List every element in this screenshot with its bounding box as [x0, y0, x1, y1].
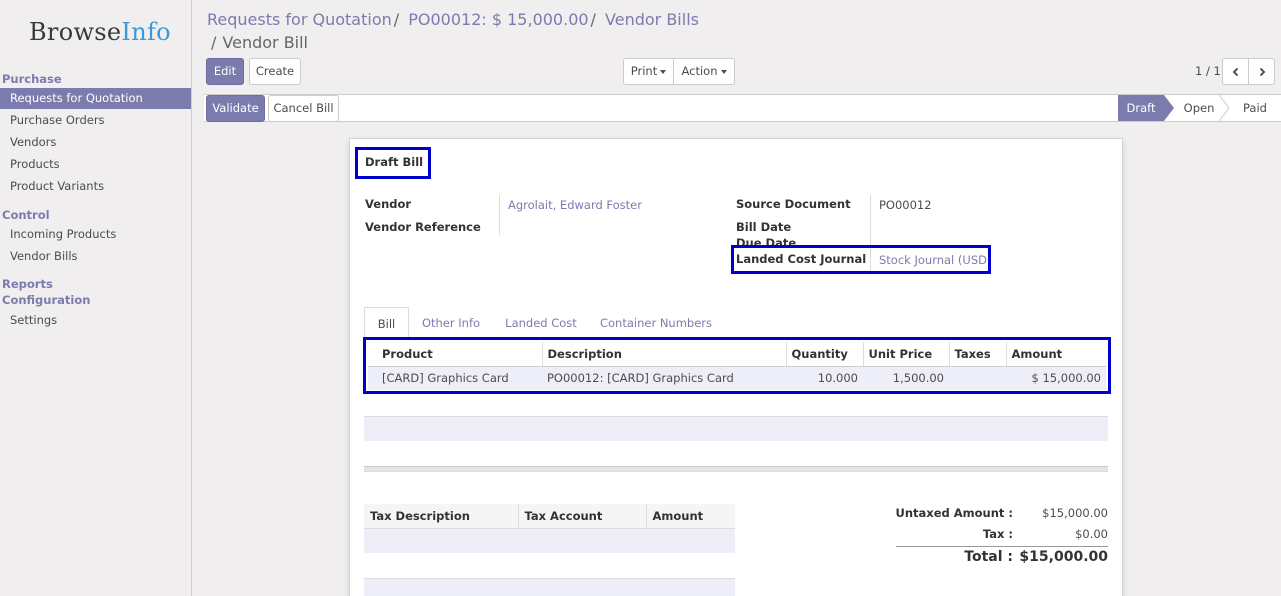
empty-line-row: [364, 416, 1108, 441]
column-header-tax-amount[interactable]: Amount: [645, 504, 735, 529]
browseinfo-logo: BrowseInfo: [29, 18, 171, 46]
source-document-value: PO00012: [879, 198, 932, 212]
breadcrumb-requests-for-quotation[interactable]: Requests for Quotation: [207, 10, 392, 29]
stage-draft: Draft: [1118, 95, 1164, 121]
vendor-value[interactable]: Agrolait, Edward Foster: [508, 198, 642, 212]
stage-arrow-icon: [1164, 95, 1174, 121]
sidebar-item-products[interactable]: Products: [0, 154, 191, 175]
tax-label: Tax :: [982, 527, 1013, 541]
stage-open[interactable]: Open: [1176, 95, 1222, 121]
sidebar: BrowseInfo Purchase Requests for Quotati…: [0, 0, 192, 596]
highlight-box-journal: [731, 245, 991, 274]
vendor-label: Vendor: [365, 197, 412, 211]
tab-other-info[interactable]: Other Info: [417, 307, 485, 339]
tab-container-numbers[interactable]: Container Numbers: [597, 307, 715, 339]
tab-landed-cost[interactable]: Landed Cost: [500, 307, 582, 339]
untaxed-amount-label: Untaxed Amount :: [895, 506, 1014, 520]
bill-date-label: Bill Date: [736, 220, 792, 234]
tab-bill[interactable]: Bill: [364, 307, 409, 339]
stage-arrow-icon: [1218, 95, 1230, 121]
breadcrumb-separator: /: [590, 10, 596, 29]
sidebar-item-vendors[interactable]: Vendors: [0, 132, 191, 153]
breadcrumb-current-line: / Vendor Bill: [211, 32, 308, 54]
sidebar-item-product-variants[interactable]: Product Variants: [0, 176, 191, 197]
untaxed-amount-value: $15,000.00: [1042, 506, 1108, 520]
validate-button[interactable]: Validate: [206, 95, 265, 122]
sidebar-header-control: Control: [2, 208, 50, 222]
chevron-right-icon: [1259, 67, 1265, 76]
source-document-label: Source Document: [736, 197, 851, 211]
highlight-box-title: [355, 147, 431, 179]
pager-previous-button[interactable]: [1222, 58, 1249, 85]
sidebar-item-purchase-orders[interactable]: Purchase Orders: [0, 110, 191, 131]
breadcrumb-separator: /: [211, 33, 217, 52]
edit-button[interactable]: Edit: [206, 58, 244, 85]
tax-table: Tax Description Tax Account Amount: [364, 504, 735, 529]
print-label: Print: [630, 64, 658, 78]
vendor-reference-label: Vendor Reference: [365, 220, 481, 234]
totals-divider: [896, 546, 1108, 547]
print-dropdown[interactable]: Print: [623, 58, 674, 85]
sidebar-item-incoming-products[interactable]: Incoming Products: [0, 224, 191, 245]
sidebar-item-settings[interactable]: Settings: [0, 310, 191, 331]
sidebar-item-vendor-bills[interactable]: Vendor Bills: [0, 246, 191, 267]
stage-paid[interactable]: Paid: [1232, 95, 1278, 121]
sidebar-header-configuration: Configuration: [2, 293, 91, 307]
caret-down-icon: [660, 69, 667, 74]
breadcrumb-current: Vendor Bill: [222, 33, 308, 52]
column-header-tax-account[interactable]: Tax Account: [517, 504, 646, 529]
pager-value[interactable]: 1 / 1: [1195, 64, 1221, 78]
sidebar-item-requests-for-quotation[interactable]: Requests for Quotation: [0, 88, 191, 109]
highlight-box-lines: [363, 337, 1111, 394]
sidebar-header-reports[interactable]: Reports: [2, 277, 53, 291]
breadcrumb-separator: /: [393, 10, 400, 29]
cancel-bill-button[interactable]: Cancel Bill: [268, 95, 339, 122]
pager-next-button[interactable]: [1248, 58, 1275, 85]
empty-tax-row: [364, 528, 735, 553]
tax-value: $0.00: [1075, 527, 1108, 541]
sidebar-header-purchase: Purchase: [2, 72, 62, 86]
breadcrumb: Requests for Quotation / PO00012: $ 15,00…: [207, 9, 699, 31]
empty-tax-row: [364, 578, 735, 596]
breadcrumb-vendor-bills[interactable]: Vendor Bills: [605, 10, 699, 29]
caret-down-icon: [720, 69, 727, 74]
breadcrumb-purchase-order[interactable]: PO00012: $ 15,000.00: [408, 10, 588, 29]
lines-footer: [364, 466, 1108, 472]
chevron-left-icon: [1232, 67, 1238, 76]
action-dropdown[interactable]: Action: [673, 58, 735, 85]
field-divider: [499, 195, 500, 235]
column-header-tax-description[interactable]: Tax Description: [364, 504, 518, 529]
action-label: Action: [681, 64, 718, 78]
create-button[interactable]: Create: [249, 58, 301, 85]
total-label: Total :: [964, 549, 1013, 565]
total-value: $15,000.00: [1019, 549, 1108, 565]
